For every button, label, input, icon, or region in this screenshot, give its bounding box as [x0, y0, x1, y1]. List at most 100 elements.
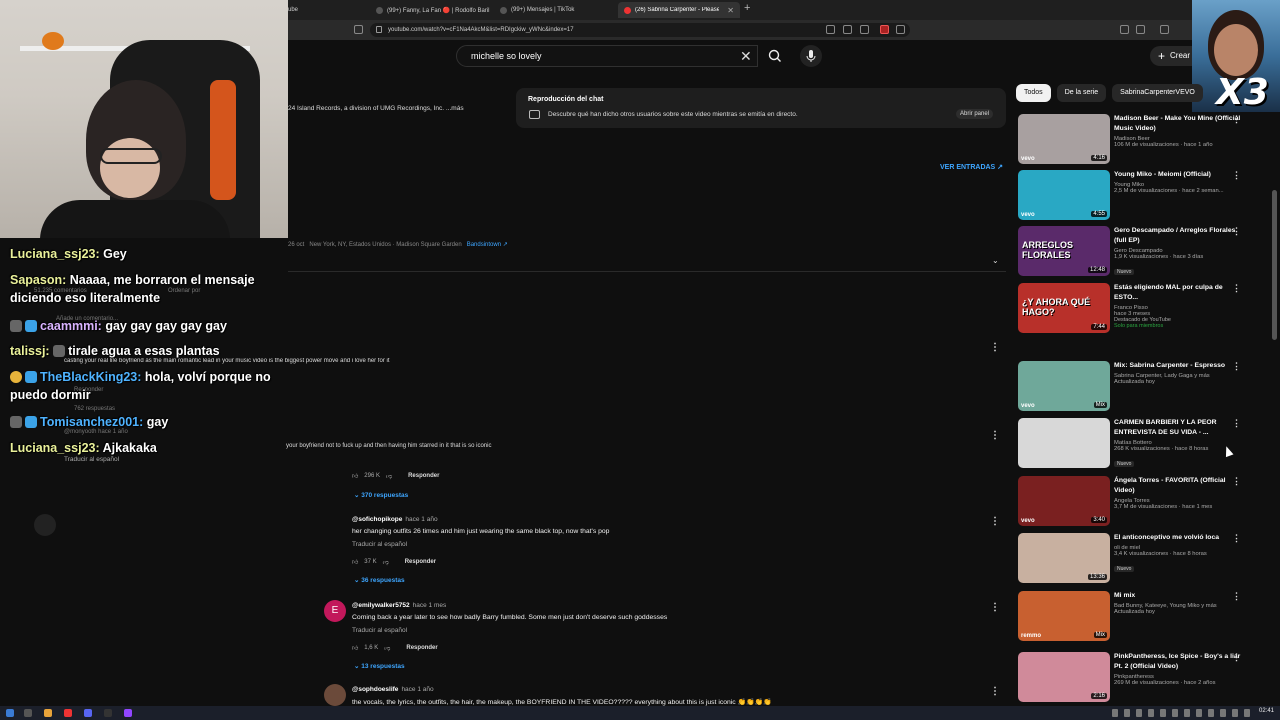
search-input[interactable]: michelle so lovely: [456, 45, 758, 67]
download-icon[interactable]: [1160, 25, 1169, 34]
related-video[interactable]: Mix vevo Mix: Sabrina Carpenter - Espresso…: [1016, 361, 1272, 413]
video-title[interactable]: Mix: Sabrina Carpenter - Espresso: [1114, 361, 1242, 371]
voice-search-button[interactable]: [800, 45, 822, 67]
taskbar-clock[interactable]: 02:41: [1259, 708, 1274, 714]
tour-link[interactable]: Bandsintown ↗: [467, 242, 508, 248]
share-icon[interactable]: [860, 25, 869, 34]
chip-series[interactable]: De la serie: [1056, 84, 1107, 102]
video-thumbnail[interactable]: 3:40 vevo: [1018, 476, 1110, 526]
more-options-icon[interactable]: ⋮: [990, 516, 1000, 527]
video-thumbnail[interactable]: 4:16 vevo: [1018, 114, 1110, 164]
comment-author[interactable]: @emilywalker5752 hace 1 mes: [352, 602, 446, 609]
video-title[interactable]: Gero Descampado / Arreglos Florales (ful…: [1114, 226, 1242, 246]
tray-icon[interactable]: [1172, 709, 1178, 717]
more-options-icon[interactable]: ⋮: [1232, 418, 1241, 429]
video-title[interactable]: Madison Beer - Make You Mine (Official M…: [1114, 114, 1242, 134]
more-options-icon[interactable]: ⋮: [1232, 170, 1241, 181]
reply-button[interactable]: Responder: [405, 559, 436, 565]
video-thumbnail[interactable]: 13:36: [1018, 533, 1110, 583]
comment-author[interactable]: @sophdoeslife hace 1 año: [352, 686, 434, 693]
like-icon[interactable]: 👍︎: [352, 644, 358, 652]
discord-icon[interactable]: [84, 709, 92, 717]
chip-channel[interactable]: SabrinaCarpenterVEVO: [1112, 84, 1203, 102]
folder-icon[interactable]: [44, 709, 52, 717]
more-options-icon[interactable]: ⋮: [1232, 476, 1241, 487]
more-options-icon[interactable]: ⋮: [1232, 114, 1241, 125]
video-thumbnail[interactable]: ¿Y AHORA QUÉ HAGO? 7:44: [1018, 283, 1110, 333]
video-thumbnail[interactable]: 2:16: [1018, 652, 1110, 702]
more-options-icon[interactable]: ⋮: [990, 342, 1000, 353]
video-title[interactable]: PinkPantheress, Ice Spice - Boy's a liar…: [1114, 652, 1242, 672]
close-icon[interactable]: ✕: [727, 6, 734, 15]
search-button[interactable]: [762, 45, 788, 67]
related-video[interactable]: 4:16 vevo Madison Beer - Make You Mine (Of…: [1016, 114, 1272, 166]
replies-toggle[interactable]: ⌄ 13 respuestas: [354, 662, 405, 670]
related-video[interactable]: ¿Y AHORA QUÉ HAGO? 7:44 Estás eligiendo MA…: [1016, 283, 1272, 335]
bookmark-icon[interactable]: [354, 25, 363, 34]
more-options-icon[interactable]: ⋮: [1232, 591, 1241, 602]
dislike-icon[interactable]: 👎︎: [386, 472, 392, 480]
more-options-icon[interactable]: ⋮: [1232, 361, 1241, 372]
clear-search-icon[interactable]: ✕: [740, 45, 752, 67]
more-options-icon[interactable]: ⋮: [990, 686, 1000, 697]
video-title[interactable]: Young Miko - Meiomi (Official): [1114, 170, 1242, 180]
tray-icon[interactable]: [1124, 709, 1130, 717]
more-options-icon[interactable]: ⋮: [990, 430, 1000, 441]
browser-tab[interactable]: ube: [282, 2, 362, 18]
tray-icon[interactable]: [1148, 709, 1154, 717]
chevron-down-icon[interactable]: ⌄: [992, 256, 999, 265]
related-video[interactable]: CARMEN BARBIERI Y LA PEOR ENTREVISTA DE …: [1016, 418, 1272, 470]
tray-icon[interactable]: [1232, 709, 1238, 717]
like-icon[interactable]: 👍︎: [352, 558, 358, 566]
browser-tab-active[interactable]: (26) Sabrina Carpenter - Please ✕: [618, 2, 740, 18]
related-video[interactable]: ARREGLOS FLORALES 12:48 Gero Descampado / …: [1016, 226, 1272, 278]
more-options-icon[interactable]: ⋮: [1232, 283, 1241, 294]
more-options-icon[interactable]: ⋮: [990, 602, 1000, 613]
avatar[interactable]: E: [324, 600, 346, 622]
avatar[interactable]: [34, 514, 56, 536]
description-snippet[interactable]: 24 Island Records, a division of UMG Rec…: [288, 105, 508, 112]
translate-link[interactable]: Traducir al español: [352, 541, 407, 548]
tray-icon[interactable]: [1220, 709, 1226, 717]
related-video[interactable]: 3:40 vevo Ángela Torres - FAVORITA (Offici…: [1016, 476, 1272, 528]
reply-button[interactable]: Responder: [406, 645, 437, 651]
more-options-icon[interactable]: ⋮: [1232, 652, 1241, 663]
more-options-icon[interactable]: ⋮: [1232, 226, 1241, 237]
open-panel-button[interactable]: Abrir panel: [956, 109, 994, 119]
browser-tab[interactable]: (99+) Mensajes | TikTok: [494, 2, 614, 18]
avatar[interactable]: [324, 684, 346, 706]
tray-icon[interactable]: [1112, 709, 1118, 717]
video-title[interactable]: El anticonceptivo me volvió loca: [1114, 533, 1242, 543]
comment-author[interactable]: @sofichopikope hace 1 año: [352, 516, 438, 523]
zoom-icon[interactable]: [843, 25, 852, 34]
extensions-icon[interactable]: [1120, 25, 1129, 34]
related-video[interactable]: 13:36 El anticonceptivo me volvió loca oli…: [1016, 533, 1272, 585]
more-options-icon[interactable]: ⋮: [1232, 533, 1241, 544]
rewards-icon[interactable]: [896, 25, 905, 34]
browser-tab[interactable]: (99+) Fanny, La Fan 🔴 | Rodolfo Baril: [370, 2, 490, 18]
new-tab-button[interactable]: +: [744, 2, 750, 14]
twitch-icon[interactable]: [124, 709, 132, 717]
related-video[interactable]: 2:16 PinkPantheress, Ice Spice - Boy's a …: [1016, 652, 1272, 704]
reply-button[interactable]: Responder: [408, 473, 439, 479]
dislike-icon[interactable]: 👎︎: [384, 644, 390, 652]
obs-icon[interactable]: [104, 709, 112, 717]
dislike-icon[interactable]: 👎︎: [383, 558, 389, 566]
scrollbar[interactable]: [1272, 190, 1277, 340]
tray-icon[interactable]: [1208, 709, 1214, 717]
brave-shield-icon[interactable]: [880, 25, 889, 34]
tray-icon[interactable]: [1160, 709, 1166, 717]
tray-icon[interactable]: [1184, 709, 1190, 717]
like-icon[interactable]: 👍︎: [352, 472, 358, 480]
video-thumbnail[interactable]: [1018, 418, 1110, 468]
sidebar-icon[interactable]: [1136, 25, 1145, 34]
video-thumbnail[interactable]: Mix vevo: [1018, 361, 1110, 411]
video-thumbnail[interactable]: 4:55 vevo: [1018, 170, 1110, 220]
translate-link[interactable]: Traducir al español: [352, 627, 407, 634]
chip-all[interactable]: Todos: [1016, 84, 1051, 102]
replies-toggle[interactable]: ⌄ 370 respuestas: [354, 491, 408, 499]
tray-icon[interactable]: [1244, 709, 1250, 717]
tray-icon[interactable]: [1196, 709, 1202, 717]
video-title[interactable]: Ángela Torres - FAVORITA (Official Video…: [1114, 476, 1242, 496]
extension-icon[interactable]: [826, 25, 835, 34]
